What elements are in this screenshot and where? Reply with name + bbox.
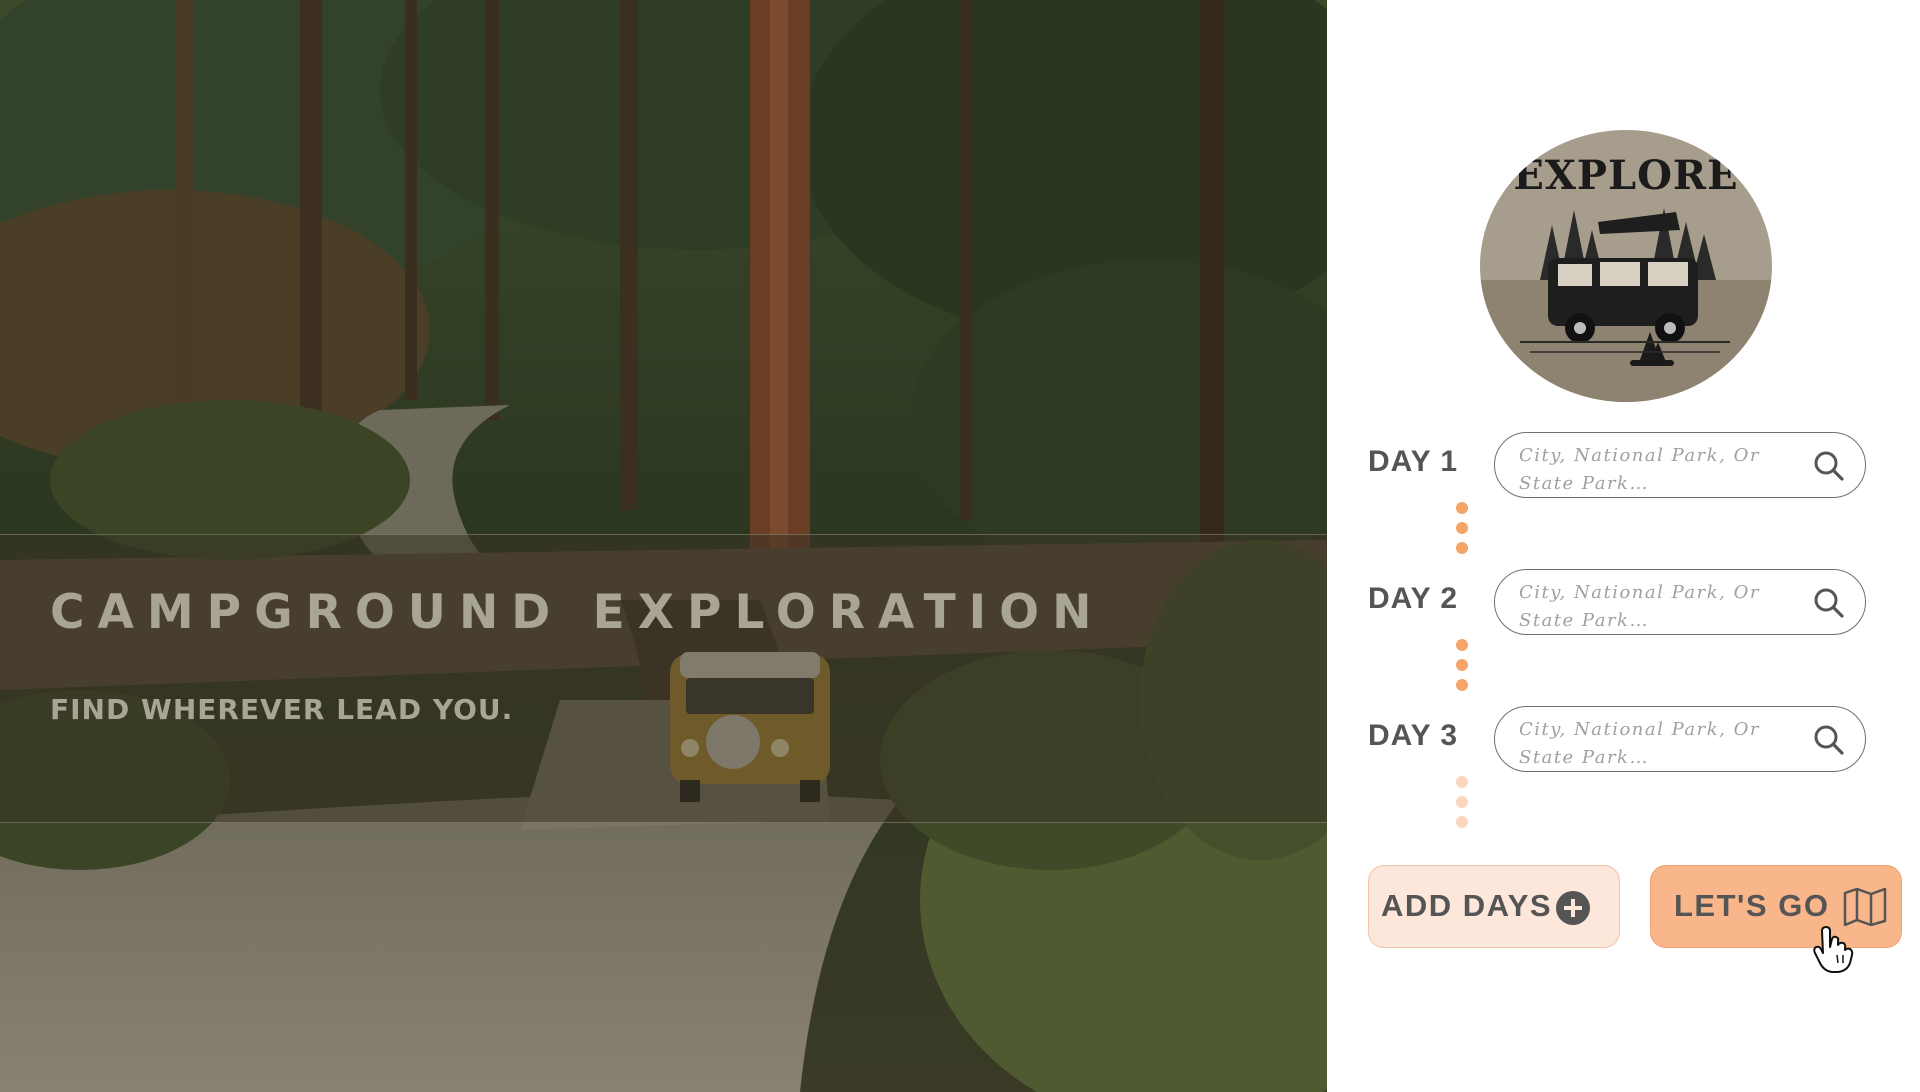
search-icon[interactable]: [1813, 724, 1845, 756]
add-days-label: ADD DAYS: [1381, 888, 1553, 923]
connector-dot: [1456, 542, 1468, 554]
page-subtitle: FIND WHEREVER LEAD YOU.: [50, 693, 514, 726]
day-1-label: DAY 1: [1368, 445, 1459, 478]
day-2-placeholder: City, National Park, Or State Park…: [1519, 582, 1760, 631]
lets-go-label: LET'S GO: [1674, 888, 1830, 923]
connector-dot: [1456, 639, 1468, 651]
search-icon[interactable]: [1813, 587, 1845, 619]
day-3-placeholder: City, National Park, Or State Park…: [1519, 719, 1760, 768]
hand-pointer-icon: [1813, 926, 1854, 973]
add-days-button[interactable]: ADD DAYS: [1368, 865, 1620, 948]
connector-dot: [1456, 659, 1468, 671]
day-1-placeholder: City, National Park, Or State Park…: [1519, 445, 1760, 494]
day-2-label: DAY 2: [1368, 582, 1459, 615]
connector-dot: [1456, 679, 1468, 691]
connector-dot: [1456, 776, 1468, 788]
connector-dot: [1456, 796, 1468, 808]
day-3-search-field[interactable]: City, National Park, Or State Park…: [1494, 706, 1866, 772]
hero-image: CAMPGROUND EXPLORATION FIND WHEREVER LEA…: [0, 0, 1327, 1092]
day-3-label: DAY 3: [1368, 719, 1459, 752]
search-icon[interactable]: [1813, 450, 1845, 482]
lets-go-button[interactable]: LET'S GO: [1650, 865, 1902, 948]
explore-logo: EXPLORE: [1480, 130, 1772, 402]
day-1-search-field[interactable]: City, National Park, Or State Park…: [1494, 432, 1866, 498]
plus-circle-icon: [1556, 891, 1590, 925]
connector-dot: [1456, 502, 1468, 514]
logo-text: EXPLORE: [1513, 152, 1739, 199]
connector-dot: [1456, 522, 1468, 534]
title-band: [0, 534, 1327, 823]
day-2-search-field[interactable]: City, National Park, Or State Park…: [1494, 569, 1866, 635]
page-title: CAMPGROUND EXPLORATION: [50, 585, 1105, 640]
connector-dot: [1456, 816, 1468, 828]
map-icon: [1843, 888, 1887, 926]
